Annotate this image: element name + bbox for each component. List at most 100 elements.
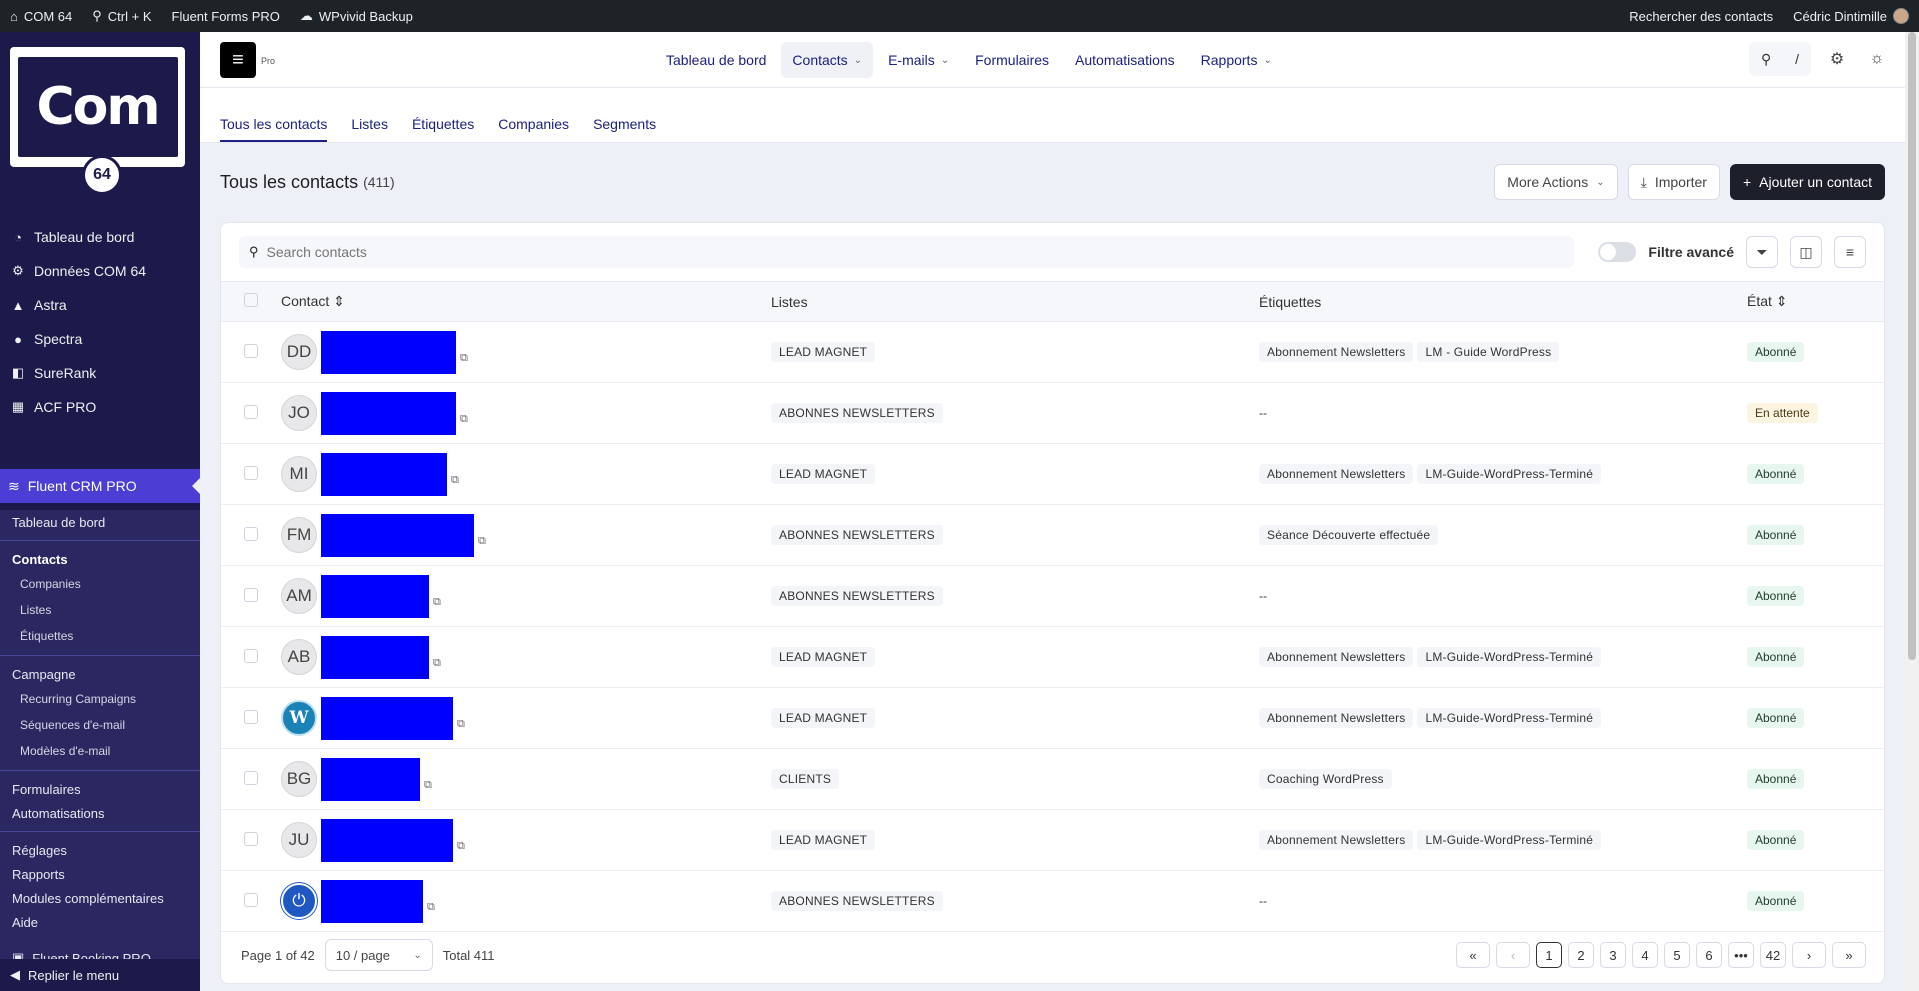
row-checkbox[interactable] (244, 404, 258, 419)
page-button[interactable]: 5 (1664, 942, 1690, 968)
submenu-templates[interactable]: Modèles d'e-mail (0, 738, 200, 764)
copy-icon[interactable]: ⧉ (433, 657, 441, 670)
nav-automations[interactable]: Automatisations (1064, 42, 1186, 78)
submenu-sequences[interactable]: Séquences d'e-mail (0, 712, 200, 738)
advanced-filter-toggle[interactable] (1598, 242, 1637, 262)
tab-companies[interactable]: Companies (498, 102, 569, 142)
page-button[interactable]: 6 (1696, 942, 1722, 968)
search-contacts-input[interactable] (266, 244, 1575, 260)
sidebar-item-spectra[interactable]: ● Spectra (0, 322, 200, 356)
table-row[interactable]: JO ⧉ ABONNES NEWSLETTERS -- En attente (221, 382, 1884, 444)
row-checkbox[interactable] (244, 770, 258, 785)
tab-lists[interactable]: Listes (351, 102, 388, 142)
redacted-contact-name[interactable] (321, 452, 447, 496)
redacted-contact-name[interactable] (321, 635, 429, 679)
nav-emails[interactable]: E-mails ⌄ (877, 42, 960, 78)
sidebar-item-donnees[interactable]: ⚙ Données COM 64 (0, 254, 200, 288)
copy-icon[interactable]: ⧉ (478, 535, 486, 548)
sidebar-item-surerank[interactable]: ◧ SureRank (0, 356, 200, 390)
page-button[interactable]: 1 (1536, 942, 1562, 968)
page-button[interactable]: 42 (1760, 942, 1786, 968)
columns-button[interactable]: ◫ (1790, 236, 1822, 268)
copy-icon[interactable]: ⧉ (457, 718, 465, 731)
tab-tags[interactable]: Étiquettes (412, 102, 474, 142)
redacted-contact-name[interactable] (321, 574, 429, 618)
submenu-addons[interactable]: Modules complémentaires (0, 886, 200, 910)
sidebar-item-fluent-crm[interactable]: ≋ Fluent CRM PRO (0, 469, 200, 503)
collapse-menu-button[interactable]: ◀ Replier le menu (0, 959, 200, 991)
table-row[interactable]: AB ⧉ LEAD MAGNET Abonnement Newsletters L… (221, 626, 1884, 688)
table-row[interactable]: ⏻ ⧉ ABONNES NEWSLETTERS -- Abonné (221, 870, 1884, 932)
page-ellipsis[interactable]: ••• (1728, 942, 1754, 968)
sidebar-item-dashboard[interactable]: ◔ Tableau de bord (0, 220, 200, 254)
redacted-contact-name[interactable] (321, 879, 423, 923)
fluent-forms-link[interactable]: Fluent Forms PRO (162, 0, 290, 32)
theme-sun-icon[interactable]: ☼ (1863, 45, 1891, 73)
submenu-dashboard[interactable]: Tableau de bord (0, 510, 200, 534)
menu-button[interactable]: ≡ (1834, 236, 1866, 268)
nav-forms[interactable]: Formulaires (964, 42, 1060, 78)
row-checkbox[interactable] (244, 892, 258, 907)
table-row[interactable]: FM ⧉ ABONNES NEWSLETTERS Séance Découver… (221, 504, 1884, 566)
global-search-button[interactable]: ⚲ / (1749, 42, 1811, 76)
add-contact-button[interactable]: + Ajouter un contact (1729, 164, 1885, 200)
submenu-campaign[interactable]: Campagne (0, 662, 200, 686)
table-row[interactable]: BG ⧉ CLIENTS Coaching WordPress Abonné (221, 748, 1884, 810)
submenu-help[interactable]: Aide (0, 910, 200, 934)
next-page-button[interactable]: › (1792, 942, 1826, 968)
page-button[interactable]: 2 (1568, 942, 1594, 968)
row-checkbox[interactable] (244, 709, 258, 724)
fluent-logo-icon[interactable]: ≡ (220, 42, 256, 78)
search-contacts-link[interactable]: Rechercher des contacts (1619, 0, 1783, 32)
row-checkbox[interactable] (244, 587, 258, 602)
per-page-select[interactable]: 10 / page ⌄ (324, 939, 433, 971)
header-status[interactable]: État ⇕ (1747, 281, 1884, 322)
user-menu[interactable]: Cédric Dintimille (1783, 0, 1919, 32)
tab-all-contacts[interactable]: Tous les contacts (220, 102, 328, 142)
page-button[interactable]: 4 (1632, 942, 1658, 968)
submenu-tags[interactable]: Étiquettes (0, 623, 200, 649)
nav-dashboard[interactable]: Tableau de bord (655, 42, 777, 78)
submenu-contacts[interactable]: Contacts (0, 547, 200, 571)
redacted-contact-name[interactable] (321, 696, 453, 740)
row-checkbox[interactable] (244, 648, 258, 663)
submenu-recurring[interactable]: Recurring Campaigns (0, 686, 200, 712)
copy-icon[interactable]: ⧉ (457, 840, 465, 853)
copy-icon[interactable]: ⧉ (451, 474, 459, 487)
redacted-contact-name[interactable] (321, 330, 456, 374)
nav-reports[interactable]: Rapports ⌄ (1190, 42, 1283, 78)
nav-contacts[interactable]: Contacts ⌄ (781, 42, 874, 78)
sidebar-item-astra[interactable]: ▲ Astra (0, 288, 200, 322)
first-page-button[interactable]: « (1456, 942, 1490, 968)
redacted-contact-name[interactable] (321, 391, 456, 435)
table-row[interactable]: DD ⧉ LEAD MAGNET Abonnement Newsletters L… (221, 321, 1884, 383)
submenu-automations[interactable]: Automatisations (0, 801, 200, 825)
site-logo[interactable]: Com 64 (10, 47, 185, 195)
settings-gear-icon[interactable]: ⚙ (1823, 45, 1851, 73)
tab-segments[interactable]: Segments (593, 102, 656, 142)
row-checkbox[interactable] (244, 343, 258, 358)
submenu-forms[interactable]: Formulaires (0, 777, 200, 801)
redacted-contact-name[interactable] (321, 513, 474, 557)
copy-icon[interactable]: ⧉ (427, 901, 435, 914)
submenu-settings[interactable]: Réglages (0, 838, 200, 862)
redacted-contact-name[interactable] (321, 757, 420, 801)
command-palette-link[interactable]: ⚲ Ctrl + K (82, 0, 161, 32)
wpvivid-link[interactable]: ☁ WPvivid Backup (290, 0, 423, 32)
table-row[interactable]: AM ⧉ ABONNES NEWSLETTERS -- Abonné (221, 565, 1884, 627)
copy-icon[interactable]: ⧉ (433, 596, 441, 609)
header-contact[interactable]: Contact ⇕ (281, 281, 771, 322)
site-link[interactable]: ⌂ COM 64 (0, 0, 82, 32)
table-row[interactable]: W ⧉ LEAD MAGNET Abonnement Newsletters LM… (221, 687, 1884, 749)
scrollbar-thumb[interactable] (1908, 32, 1916, 660)
submenu-reports[interactable]: Rapports (0, 862, 200, 886)
row-checkbox[interactable] (244, 465, 258, 480)
page-scrollbar[interactable] (1905, 32, 1919, 991)
import-button[interactable]: ⤓ Importer (1627, 164, 1720, 200)
row-checkbox[interactable] (244, 526, 258, 541)
redacted-contact-name[interactable] (321, 818, 453, 862)
table-row[interactable]: JU ⧉ LEAD MAGNET Abonnement Newsletters L… (221, 809, 1884, 871)
copy-icon[interactable]: ⧉ (424, 779, 432, 792)
copy-icon[interactable]: ⧉ (460, 352, 468, 365)
sidebar-item-acf[interactable]: ▦ ACF PRO (0, 390, 200, 424)
